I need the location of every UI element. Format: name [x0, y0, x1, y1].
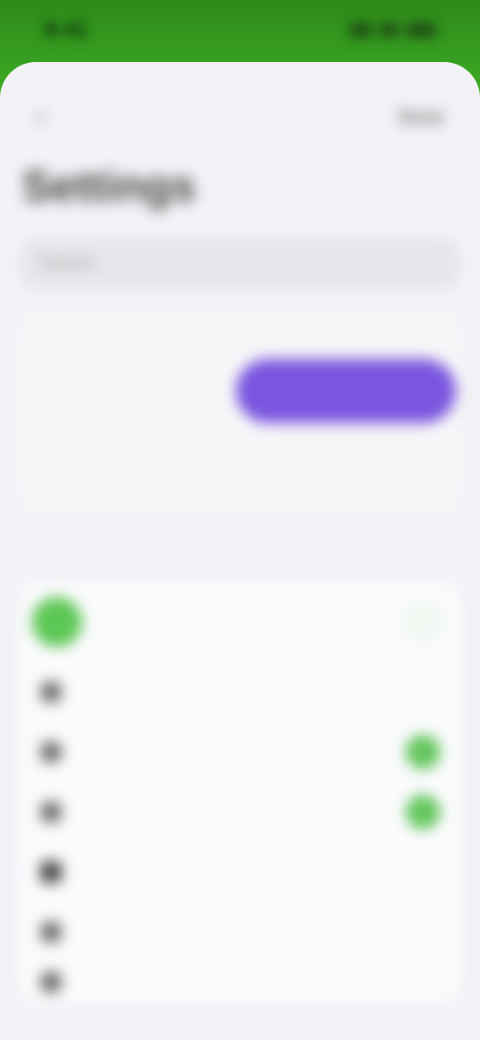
- back-chevron-icon[interactable]: ‹: [36, 100, 46, 134]
- checkmark-icon[interactable]: ✓: [406, 605, 440, 639]
- app-icon: [32, 597, 82, 647]
- list-item[interactable]: ✓: [20, 722, 460, 782]
- checkmark-icon[interactable]: [406, 965, 440, 999]
- status-bar: 9:41: [0, 0, 480, 60]
- list-item[interactable]: [20, 842, 460, 902]
- list-item[interactable]: [20, 662, 460, 722]
- checkmark-icon[interactable]: ✓: [406, 735, 440, 769]
- checkmark-icon[interactable]: [406, 855, 440, 889]
- segment-option-left[interactable]: [36, 361, 236, 421]
- dot-icon: [40, 861, 62, 883]
- search-input[interactable]: Search: [20, 238, 460, 288]
- dot-icon: [40, 971, 62, 993]
- mode-card: [20, 312, 460, 512]
- dot-icon: [40, 681, 62, 703]
- blurred-content: ‹ Done Settings Search ✓ ✓ ✓: [0, 62, 480, 1040]
- signal-icon: [350, 23, 372, 37]
- checkmark-icon[interactable]: ✓: [406, 795, 440, 829]
- list-item[interactable]: [20, 902, 460, 962]
- list-item[interactable]: ✓: [20, 782, 460, 842]
- status-icons: [350, 23, 436, 37]
- page-title: Settings: [22, 162, 196, 211]
- dot-icon: [40, 921, 62, 943]
- dot-icon: [40, 801, 62, 823]
- battery-icon: [406, 23, 436, 37]
- list-item[interactable]: [20, 962, 460, 1002]
- list-item[interactable]: ✓: [20, 592, 460, 652]
- status-time: 9:41: [44, 17, 89, 42]
- segmented-control: [36, 358, 456, 424]
- segment-option-right-selected[interactable]: [236, 359, 456, 423]
- done-button[interactable]: Done: [399, 107, 444, 128]
- dot-icon: [40, 741, 62, 763]
- settings-sheet: ‹ Done Settings Search ✓ ✓ ✓: [0, 62, 480, 1040]
- checkmark-icon[interactable]: [406, 915, 440, 949]
- checkmark-icon[interactable]: [406, 675, 440, 709]
- settings-list: ✓ ✓ ✓: [20, 582, 460, 1002]
- wifi-icon: [380, 23, 398, 37]
- navigation-bar: ‹ Done: [0, 92, 480, 142]
